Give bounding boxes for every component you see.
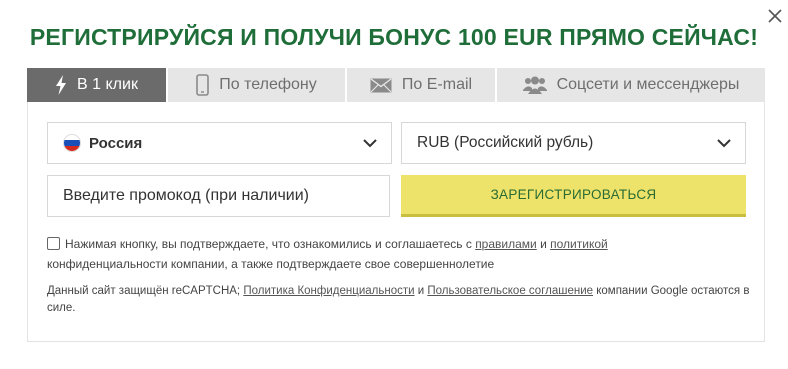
tab-label: По телефону: [219, 76, 317, 93]
tab-label: По E-mail: [401, 76, 473, 93]
policy-link[interactable]: политикой: [550, 237, 608, 251]
russia-flag-icon: [63, 134, 81, 152]
rules-link[interactable]: правилами: [475, 237, 537, 251]
registration-tabs: В 1 клик По телефону По E-mail Соцсети и…: [27, 68, 765, 102]
consent-text: Нажимая кнопку, вы подтверждаете, что оз…: [47, 234, 747, 274]
registration-headline: РЕГИСТРИРУЙСЯ И ПОЛУЧИ БОНУС 100 EUR ПРЯ…: [29, 24, 759, 50]
consent-text-before: Нажимая кнопку, вы подтверждаете, что оз…: [65, 237, 472, 251]
phone-icon: [196, 74, 210, 96]
tab-one-click[interactable]: В 1 клик: [27, 68, 168, 102]
tab-label: Соцсети и мессенджеры: [556, 76, 740, 93]
tab-label: В 1 клик: [77, 76, 138, 93]
consent-and: и: [540, 237, 547, 251]
recaptcha-and: и: [417, 285, 425, 297]
tab-social[interactable]: Соцсети и мессенджеры: [497, 68, 765, 102]
envelope-icon: [370, 77, 392, 93]
registration-form: Россия RUB (Российский рубль) Зарегистри…: [27, 102, 765, 342]
country-select[interactable]: Россия: [47, 122, 392, 164]
country-value: Россия: [89, 134, 143, 152]
promo-code-input[interactable]: [47, 175, 390, 217]
tab-email[interactable]: По E-mail: [347, 68, 497, 102]
currency-select[interactable]: RUB (Российский рубль): [401, 122, 746, 164]
consent-checkbox[interactable]: [47, 237, 60, 250]
privacy-policy-link[interactable]: Политика Конфиденциальности: [243, 285, 414, 297]
users-icon: [522, 76, 547, 94]
recaptcha-text-before: Данный сайт защищён reCAPTCHA;: [47, 285, 241, 297]
chevron-down-icon: [717, 139, 731, 148]
lightning-icon: [55, 75, 67, 95]
chevron-down-icon: [363, 139, 377, 148]
register-button[interactable]: Зарегистрироваться: [401, 175, 746, 217]
terms-link[interactable]: Пользовательское соглашение: [427, 285, 593, 297]
close-icon: [768, 9, 782, 23]
currency-value: RUB (Российский рубль): [417, 134, 594, 151]
consent-text-after: конфиденциальности компании, а также под…: [47, 257, 495, 271]
recaptcha-notice: Данный сайт защищён reCAPTCHA; Политика …: [47, 283, 757, 317]
tab-phone[interactable]: По телефону: [168, 68, 347, 102]
